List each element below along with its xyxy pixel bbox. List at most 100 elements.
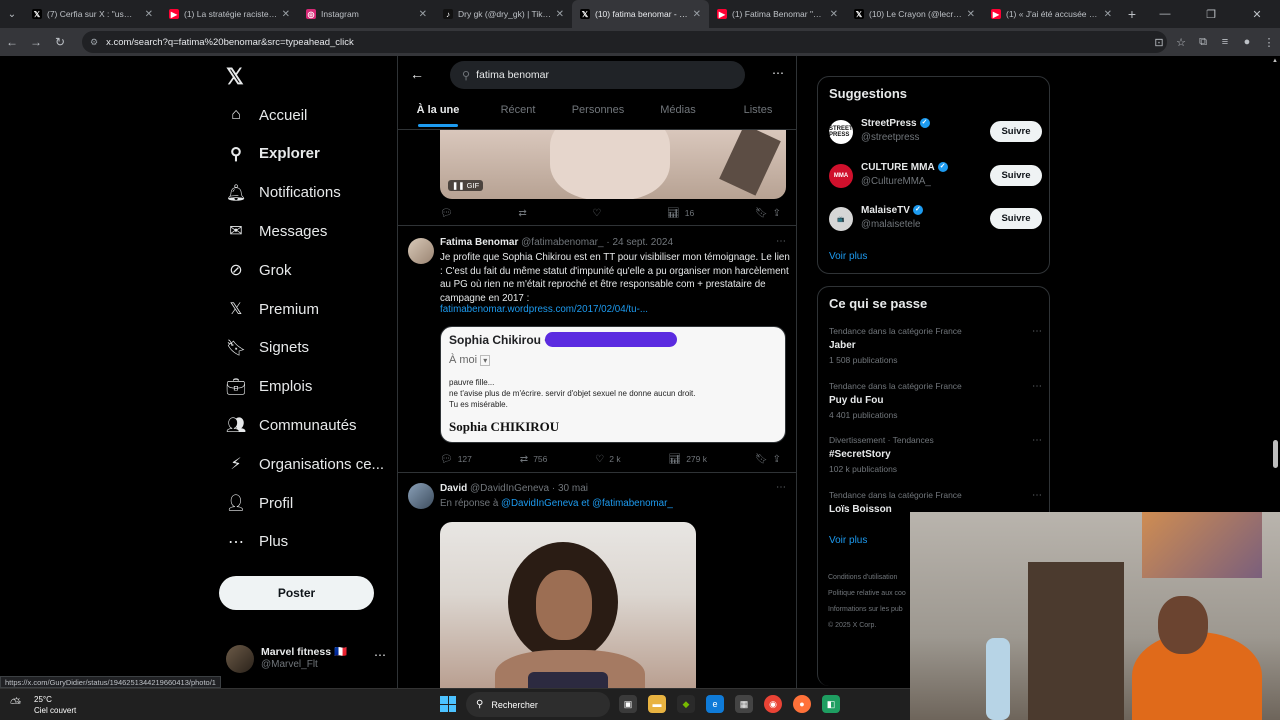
nav-item-people[interactable]: 👥︎ Communautés: [226, 410, 357, 440]
footer-link[interactable]: Conditions d'utilisation: [828, 570, 906, 586]
browser-tab[interactable]: ▶ (1) Fatima Benomar "Com... ✕: [709, 0, 846, 28]
tweet-date[interactable]: · 24 sept. 2024: [606, 237, 673, 248]
retweet-button[interactable]: ⇄ 756: [520, 452, 548, 466]
close-window-button[interactable]: ✕: [1234, 0, 1280, 28]
tweet-date[interactable]: · 30 mai: [552, 483, 588, 494]
nav-item-lightning[interactable]: ⚡︎ Organisations ce...: [226, 449, 384, 479]
trend-item[interactable]: Tendance dans la catégorie France Puy du …: [829, 381, 1042, 420]
trend-more-icon[interactable]: ⋯: [1032, 435, 1042, 446]
reply-button[interactable]: 💬︎: [440, 206, 458, 220]
close-tab-icon[interactable]: ✕: [967, 9, 975, 20]
author-name[interactable]: David: [440, 483, 467, 494]
search-tab[interactable]: Personnes: [558, 98, 638, 130]
bookmark-icon[interactable]: 🔖︎: [755, 454, 768, 465]
avatar[interactable]: [408, 238, 434, 264]
maximize-button[interactable]: ❐: [1188, 0, 1234, 28]
nav-item-grok[interactable]: ⊘ Grok: [226, 255, 291, 285]
suggestion-item[interactable]: STREET PRESS StreetPress ✓ @streetpress Suiv…: [829, 118, 1042, 148]
trend-more-icon[interactable]: ⋯: [1032, 490, 1042, 501]
tweet-more-icon[interactable]: ⋯: [776, 482, 786, 493]
author-handle[interactable]: @DavidInGeneva: [470, 483, 549, 494]
suggestion-item[interactable]: MMA CULTURE MMA ✓ @CultureMMA_ Suivre: [829, 162, 1042, 192]
footer-link[interactable]: Informations sur les pub: [828, 602, 906, 618]
task-view-icon[interactable]: ▣: [619, 695, 637, 713]
app-icon[interactable]: ◧: [822, 695, 840, 713]
windows-start-icon[interactable]: [440, 696, 456, 712]
tweet-fatima-benomar[interactable]: Fatima Benomar @fatimabenomar_ · 24 sept…: [398, 226, 796, 473]
back-button[interactable]: ←: [0, 35, 24, 49]
trend-more-icon[interactable]: ⋯: [1032, 381, 1042, 392]
share-icon[interactable]: ⇪: [773, 208, 781, 219]
nav-item-search[interactable]: ⚲ Explorer: [226, 139, 320, 169]
nav-item-home[interactable]: ⌂ Accueil: [226, 100, 307, 130]
like-button[interactable]: ♡ 2 k: [595, 452, 620, 466]
edge-icon[interactable]: e: [706, 695, 724, 713]
search-tab[interactable]: À la une: [398, 98, 478, 130]
extensions-icon[interactable]: ⧉: [1192, 36, 1214, 49]
search-tab[interactable]: Médias: [638, 98, 718, 130]
reload-button[interactable]: ↻: [48, 35, 72, 49]
author-handle[interactable]: @fatimabenomar_: [521, 237, 603, 248]
nav-item-person[interactable]: 👤︎ Profil: [226, 488, 293, 518]
close-tab-icon[interactable]: ✕: [693, 9, 701, 20]
back-arrow-icon[interactable]: ←: [410, 66, 424, 82]
scrollbar-thumb[interactable]: [1273, 440, 1278, 468]
media-icon[interactable]: ≡: [1214, 36, 1236, 48]
author-name[interactable]: Fatima Benomar: [440, 237, 518, 248]
taskbar-search[interactable]: ⚲ Rechercher: [466, 692, 610, 717]
gif-media[interactable]: ❚❚ GIF: [440, 130, 786, 199]
install-app-icon[interactable]: ⊡: [1148, 36, 1170, 49]
close-tab-icon[interactable]: ✕: [145, 9, 153, 20]
address-bar[interactable]: ⚙ x.com/search?q=fatima%20benomar&src=ty…: [82, 31, 1167, 53]
minimize-button[interactable]: —: [1142, 0, 1188, 28]
browser-menu-icon[interactable]: ⋮: [1258, 36, 1280, 49]
close-tab-icon[interactable]: ✕: [556, 9, 564, 20]
close-tab-icon[interactable]: ✕: [419, 9, 427, 20]
site-info-icon[interactable]: ⚙: [90, 37, 98, 48]
email-screenshot-image[interactable]: Sophia Chikirou < À moi ▾ pauvre fille..…: [440, 326, 786, 443]
more-icon[interactable]: ⋯: [374, 648, 386, 662]
trend-item[interactable]: Tendance dans la catégorie France Jaber 1 …: [829, 326, 1042, 365]
follow-button[interactable]: Suivre: [990, 164, 1042, 186]
x-logo-icon[interactable]: 𝕏: [226, 64, 244, 90]
close-tab-icon[interactable]: ✕: [282, 9, 290, 20]
gif-badge[interactable]: ❚❚ GIF: [448, 180, 484, 191]
search-tab[interactable]: Récent: [478, 98, 558, 130]
nav-item-mail[interactable]: ✉ Messages: [226, 216, 327, 246]
account-switcher[interactable]: Marvel fitness 🇫🇷 @Marvel_Flt ⋯: [226, 642, 386, 678]
browser-tab[interactable]: ▶ (1) La stratégie raciste - Y... ✕: [161, 0, 298, 28]
browser-tab[interactable]: ♪ Dry gk (@dry_gk) | TikTok ✕: [435, 0, 572, 28]
bookmark-icon[interactable]: 🔖︎: [755, 208, 768, 219]
nav-item-x-premium[interactable]: 𝕏 Premium: [226, 294, 319, 324]
tweet-link[interactable]: fatimabenomar.wordpress.com/2017/02/04/t…: [440, 304, 648, 315]
follow-button[interactable]: Suivre: [990, 121, 1042, 142]
chrome-icon[interactable]: ◉: [764, 695, 782, 713]
search-tab[interactable]: Listes: [718, 98, 796, 130]
footer-link[interactable]: Politique relative aux coo: [828, 586, 906, 602]
search-more-icon[interactable]: ⋯: [772, 66, 784, 80]
retweet-button[interactable]: ⇄: [518, 206, 531, 220]
share-icon[interactable]: ⇪: [773, 454, 781, 465]
tweet-photo[interactable]: [440, 522, 696, 688]
trend-more-icon[interactable]: ⋯: [1032, 326, 1042, 337]
firefox-icon[interactable]: ●: [793, 695, 811, 713]
nav-item-bell[interactable]: 🔔︎ Notifications: [226, 178, 341, 208]
nav-item-briefcase[interactable]: 💼︎ Emplois: [226, 372, 313, 402]
browser-tab[interactable]: ▶ (1) « J'ai été accusée d'av... ✕: [983, 0, 1120, 28]
trend-item[interactable]: Tendance dans la catégorie France Loïs Bo…: [829, 490, 1042, 515]
scroll-up-icon[interactable]: ▲: [1272, 58, 1278, 64]
nav-item-bookmark[interactable]: 🔖︎ Signets: [226, 333, 309, 363]
search-input[interactable]: ⚲ fatima benomar: [450, 61, 745, 89]
reply-to-handles[interactable]: @DavidInGeneva et @fatimabenomar_: [501, 498, 673, 509]
tab-search-button[interactable]: ⌄: [0, 0, 24, 28]
trend-item[interactable]: Divertissement · Tendances #SecretStory 10…: [829, 435, 1042, 474]
forward-button[interactable]: →: [24, 35, 48, 49]
tweet-more-icon[interactable]: ⋯: [776, 236, 786, 247]
nav-item-more-circle[interactable]: ⋯ Plus: [226, 527, 288, 557]
nvidia-icon[interactable]: ◆: [677, 695, 695, 713]
close-tab-icon[interactable]: ✕: [1104, 9, 1112, 20]
suggestion-item[interactable]: 📺 MalaiseTV ✓ @malaisetele Suivre: [829, 205, 1042, 235]
suggestions-show-more[interactable]: Voir plus: [829, 251, 867, 262]
browser-tab[interactable]: 𝕏 (10) Le Crayon (@lecrayo... ✕: [846, 0, 983, 28]
profile-icon[interactable]: ●: [1236, 36, 1258, 48]
